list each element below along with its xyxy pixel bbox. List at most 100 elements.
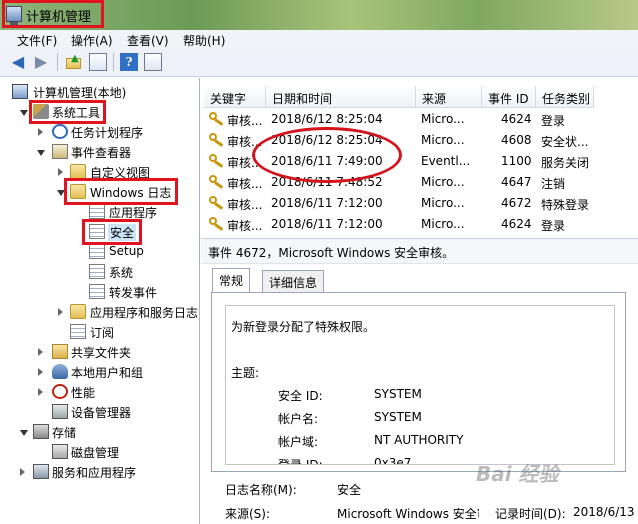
toolbar-separator <box>113 53 114 71</box>
tree-item-subscriptions[interactable]: 订阅 <box>0 322 199 342</box>
tree-item-performance[interactable]: 性能 <box>0 382 199 402</box>
menu-file[interactable]: 文件(F) <box>17 32 57 49</box>
collapse-icon[interactable] <box>38 388 43 396</box>
column-header-keyword[interactable]: 关键字 <box>204 86 266 108</box>
menu-bar: 文件(F) 操作(A) 查看(V) 帮助(H) <box>0 30 638 49</box>
cell-category: 注销 <box>541 177 566 191</box>
back-arrow-icon[interactable]: ◀ <box>9 53 27 71</box>
collapse-icon[interactable] <box>38 368 43 376</box>
properties-icon[interactable] <box>144 53 162 71</box>
toolbar-separator <box>57 53 58 71</box>
tree-item-shared-folders[interactable]: 共享文件夹 <box>0 342 199 362</box>
security-id-label: 安全 ID: <box>278 389 323 403</box>
help-icon[interactable]: ? <box>120 53 138 71</box>
source-label: 来源(S): <box>225 507 271 521</box>
cell-event-id: 1100 <box>501 154 532 168</box>
cell-keyword: 审核... <box>227 198 263 212</box>
disk-icon <box>52 444 68 459</box>
table-row[interactable]: 审核... 2018/6/11 7:12:00 Micro... 4624 登录 <box>204 214 634 235</box>
services-icon <box>33 464 49 479</box>
tree-label: 订阅 <box>90 326 115 340</box>
tree-label: Setup <box>109 244 144 258</box>
column-header-label: 任务类别 <box>542 92 591 106</box>
column-header-label: 日期和时间 <box>272 92 333 106</box>
tree-item-device-manager[interactable]: 设备管理器 <box>0 402 199 422</box>
device-manager-icon <box>52 404 68 419</box>
menu-view[interactable]: 查看(V) <box>127 32 169 49</box>
collapse-icon[interactable] <box>20 468 25 476</box>
account-domain-value: NT AUTHORITY <box>374 433 464 447</box>
account-domain-label: 帐户域: <box>278 435 319 449</box>
cell-keyword: 审核... <box>227 114 263 128</box>
users-icon <box>52 364 68 379</box>
table-row[interactable]: 审核... 2018/6/11 7:12:00 Micro... 4672 特殊… <box>204 193 634 214</box>
tree-item-event-viewer[interactable]: 事件查看器 <box>0 142 199 162</box>
tree-label: 存储 <box>52 426 77 440</box>
event-description-box[interactable]: 为新登录分配了特殊权限。 主题: 安全 ID: SYSTEM 帐户名: SYST… <box>225 305 615 465</box>
console-tree: 计算机管理(本地) 系统工具 任务计划程序 事件查看器 自定义视图 Window… <box>0 78 200 524</box>
expand-icon[interactable] <box>20 110 28 116</box>
cell-datetime: 2018/6/11 7:12:00 <box>271 196 383 210</box>
event-detail-header: 事件 4672，Microsoft Windows 安全审核。 <box>201 238 638 264</box>
recorded-value: 2018/6/13 <box>573 505 635 519</box>
column-header-event-id[interactable]: 事件 ID <box>482 86 536 108</box>
key-icon <box>209 133 224 147</box>
collapse-icon[interactable] <box>38 128 43 136</box>
tree-item-root[interactable]: 计算机管理(本地) <box>0 82 199 102</box>
logon-id-value: 0x3e7 <box>374 456 412 465</box>
column-header-category[interactable]: 任务类别 <box>536 86 594 108</box>
cell-event-id: 4647 <box>501 175 532 189</box>
tab-label: 常规 <box>219 274 244 288</box>
menu-action[interactable]: 操作(A) <box>71 32 113 49</box>
log-name-label: 日志名称(M): <box>225 483 297 497</box>
forward-arrow-icon[interactable]: ▶ <box>32 53 50 71</box>
windows-logs-highlight-box <box>64 178 178 205</box>
subscription-icon <box>70 324 86 339</box>
collapse-icon[interactable] <box>58 308 63 316</box>
tree-item-services-apps[interactable]: 服务和应用程序 <box>0 462 199 482</box>
tab-general[interactable]: 常规 <box>212 268 251 292</box>
log-icon <box>89 244 105 259</box>
cell-source: Micro... <box>421 196 465 210</box>
datetime-highlight-ellipse <box>252 127 402 183</box>
console-tree-icon[interactable] <box>89 53 107 71</box>
cell-event-id: 4624 <box>501 217 532 231</box>
system-tools-highlight-box <box>29 100 106 124</box>
tree-item-setup[interactable]: Setup <box>0 242 199 262</box>
table-row[interactable]: 审核... 2018/6/12 8:25:04 Micro... 4624 登录 <box>204 109 634 130</box>
table-row[interactable]: 审核... 2018/6/11 7:48:52 Micro... 4647 注销 <box>204 172 634 193</box>
key-icon <box>209 217 224 231</box>
tree-item-local-users[interactable]: 本地用户和组 <box>0 362 199 382</box>
cell-category: 安全状... <box>541 135 589 149</box>
key-icon <box>209 112 224 126</box>
tree-item-system[interactable]: 系统 <box>0 262 199 282</box>
tree-label: 服务和应用程序 <box>52 466 137 480</box>
collapse-icon[interactable] <box>38 348 43 356</box>
cell-category: 服务关闭 <box>541 156 590 170</box>
menu-help[interactable]: 帮助(H) <box>183 32 225 49</box>
security-highlight-box <box>82 219 142 245</box>
collapse-icon[interactable] <box>58 168 63 176</box>
title-highlight-box <box>2 0 104 28</box>
up-folder-icon[interactable]: ▲ <box>65 53 83 71</box>
tree-item-storage[interactable]: 存储 <box>0 422 199 442</box>
event-properties: 日志名称(M): 安全 来源(S): Microsoft Windows 安全审… <box>201 475 638 524</box>
column-header-datetime[interactable]: 日期和时间 <box>266 86 416 108</box>
log-icon <box>89 284 105 299</box>
tree-item-apps-services-logs[interactable]: 应用程序和服务日志 <box>0 302 199 322</box>
tree-item-disk-management[interactable]: 磁盘管理 <box>0 442 199 462</box>
tree-item-forwarded[interactable]: 转发事件 <box>0 282 199 302</box>
tab-details[interactable]: 详细信息 <box>262 270 325 292</box>
key-icon <box>209 196 224 210</box>
tree-item-task-scheduler[interactable]: 任务计划程序 <box>0 122 199 142</box>
tree-label: 转发事件 <box>109 286 158 300</box>
folder-icon <box>70 304 86 319</box>
storage-icon <box>33 424 49 439</box>
event-description: 为新登录分配了特殊权限。 <box>231 320 376 334</box>
tree-label: 性能 <box>71 386 96 400</box>
tree-label: 任务计划程序 <box>71 126 144 140</box>
account-name-label: 帐户名: <box>278 412 319 426</box>
column-header-source[interactable]: 来源 <box>416 86 482 108</box>
expand-icon[interactable] <box>37 150 45 156</box>
expand-icon[interactable] <box>20 430 28 436</box>
